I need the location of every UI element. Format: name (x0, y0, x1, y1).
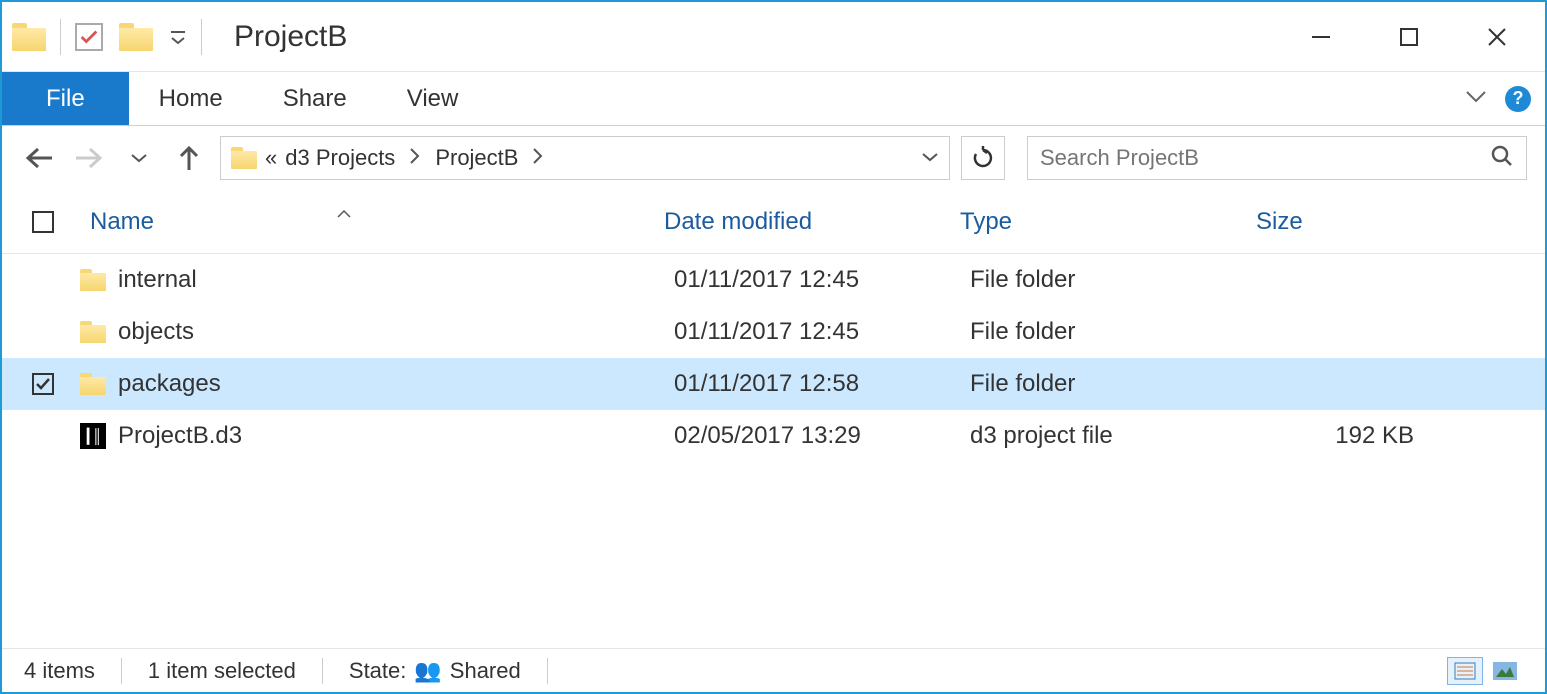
row-checkbox[interactable] (32, 373, 54, 395)
ribbon-tabs: File Home Share View ? (2, 72, 1545, 126)
file-type: d3 project file (970, 422, 1266, 450)
qat-dropdown-icon[interactable] (169, 29, 187, 45)
file-date: 01/11/2017 12:58 (674, 370, 970, 398)
folder-icon (80, 321, 106, 343)
ribbon-expand-icon[interactable] (1465, 90, 1487, 108)
tab-file[interactable]: File (2, 72, 129, 125)
help-button[interactable]: ? (1505, 86, 1531, 112)
address-dropdown-icon[interactable] (921, 150, 939, 167)
forward-button[interactable] (70, 139, 108, 177)
tab-home[interactable]: Home (129, 72, 253, 125)
file-list: internal 01/11/2017 12:45 File folder ob… (2, 254, 1545, 648)
file-size: 192 KB (1266, 422, 1444, 450)
table-row[interactable]: ┃║ ProjectB.d3 02/05/2017 13:29 d3 proje… (2, 410, 1545, 462)
file-name: packages (118, 370, 674, 398)
status-bar: 4 items 1 item selected State: 👥 Shared (2, 648, 1545, 692)
column-header-size[interactable]: Size (1256, 208, 1434, 236)
address-bar[interactable]: « d3 Projects ProjectB (220, 136, 950, 180)
file-type: File folder (970, 266, 1266, 294)
view-mode-buttons (1447, 657, 1523, 685)
close-button[interactable] (1483, 23, 1511, 51)
file-date: 01/11/2017 12:45 (674, 318, 970, 346)
refresh-button[interactable] (961, 136, 1005, 180)
table-row[interactable]: objects 01/11/2017 12:45 File folder (2, 306, 1545, 358)
breadcrumb-prefix[interactable]: « (265, 145, 277, 171)
tab-view[interactable]: View (377, 72, 489, 125)
folder-icon (80, 373, 106, 395)
breadcrumb-item[interactable]: ProjectB (435, 145, 518, 171)
people-icon: 👥 (414, 658, 441, 684)
column-header-type[interactable]: Type (960, 208, 1256, 236)
search-icon[interactable] (1490, 144, 1514, 172)
window-controls (1307, 23, 1511, 51)
minimize-button[interactable] (1307, 23, 1335, 51)
folder-icon (231, 147, 257, 169)
table-row[interactable]: packages 01/11/2017 12:58 File folder (2, 358, 1545, 410)
thumbnails-view-button[interactable] (1487, 657, 1523, 685)
quick-access-toolbar (12, 19, 208, 55)
titlebar: ProjectB (2, 2, 1545, 72)
window-title: ProjectB (234, 20, 347, 54)
file-explorer-window: ProjectB File Home Share View ? (0, 0, 1547, 694)
breadcrumb-item[interactable]: d3 Projects (285, 145, 395, 171)
file-name: objects (118, 318, 674, 346)
table-row[interactable]: internal 01/11/2017 12:45 File folder (2, 254, 1545, 306)
file-date: 01/11/2017 12:45 (674, 266, 970, 294)
new-folder-icon[interactable] (119, 23, 153, 51)
up-button[interactable] (170, 139, 208, 177)
file-type: File folder (970, 370, 1266, 398)
file-date: 02/05/2017 13:29 (674, 422, 970, 450)
column-header-date[interactable]: Date modified (664, 208, 960, 236)
item-count: 4 items (24, 658, 95, 684)
chevron-right-icon[interactable] (532, 147, 544, 169)
file-name: internal (118, 266, 674, 294)
back-button[interactable] (20, 139, 58, 177)
details-view-button[interactable] (1447, 657, 1483, 685)
folder-icon (12, 23, 46, 51)
chevron-right-icon[interactable] (409, 147, 421, 169)
column-headers: Name Date modified Type Size (2, 190, 1545, 254)
column-header-name[interactable]: Name (80, 208, 664, 236)
share-state: State: 👥 Shared (349, 658, 521, 684)
recent-locations-button[interactable] (120, 139, 158, 177)
file-type: File folder (970, 318, 1266, 346)
search-box[interactable] (1027, 136, 1527, 180)
selection-count: 1 item selected (148, 658, 296, 684)
search-input[interactable] (1040, 145, 1482, 171)
properties-icon[interactable] (75, 23, 103, 51)
d3-file-icon: ┃║ (80, 423, 106, 449)
navigation-bar: « d3 Projects ProjectB (2, 126, 1545, 190)
tab-share[interactable]: Share (253, 72, 377, 125)
select-all-checkbox[interactable] (32, 211, 80, 233)
file-name: ProjectB.d3 (118, 422, 674, 450)
folder-icon (80, 269, 106, 291)
sort-ascending-icon (336, 206, 352, 222)
maximize-button[interactable] (1395, 23, 1423, 51)
